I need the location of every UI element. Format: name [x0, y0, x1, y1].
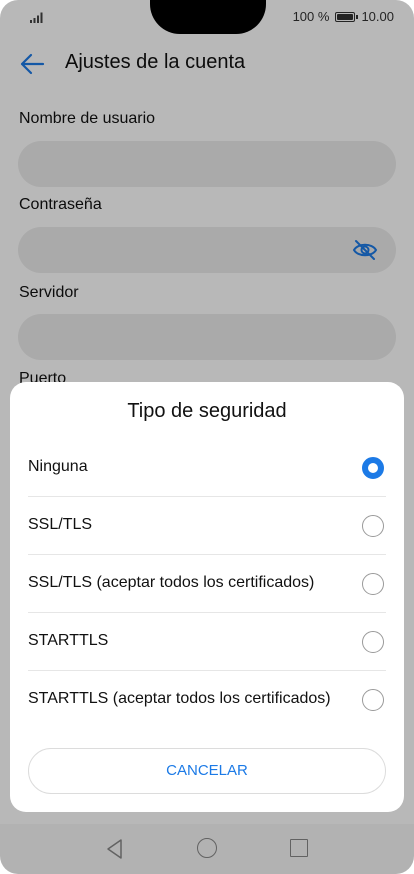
- radio-checked-icon[interactable]: [362, 457, 384, 479]
- option-label: Ninguna: [28, 458, 88, 475]
- dialog-title: Tipo de seguridad: [127, 400, 287, 422]
- option-starttls-accept-all[interactable]: STARTTLS (aceptar todos los certificados…: [10, 671, 404, 729]
- radio-unchecked-icon[interactable]: [362, 689, 384, 711]
- cancel-button[interactable]: CANCELAR: [28, 748, 386, 794]
- option-label: STARTTLS: [28, 632, 109, 649]
- security-type-dialog: Tipo de seguridad Ninguna SSL/TLS SSL/TL…: [10, 382, 404, 812]
- radio-unchecked-icon[interactable]: [362, 573, 384, 595]
- option-label: SSL/TLS (aceptar todos los certificados): [28, 574, 315, 591]
- option-ssl-tls[interactable]: SSL/TLS: [10, 497, 404, 555]
- screen: 100 % 10.00 Ajustes de la cuenta Nombre …: [0, 0, 414, 874]
- option-ninguna[interactable]: Ninguna: [10, 439, 404, 497]
- option-ssl-tls-accept-all[interactable]: SSL/TLS (aceptar todos los certificados): [10, 555, 404, 613]
- option-label: SSL/TLS: [28, 516, 93, 533]
- option-starttls[interactable]: STARTTLS: [10, 613, 404, 671]
- radio-unchecked-icon[interactable]: [362, 631, 384, 653]
- option-label: STARTTLS (aceptar todos los certificados…: [28, 690, 331, 707]
- radio-unchecked-icon[interactable]: [362, 515, 384, 537]
